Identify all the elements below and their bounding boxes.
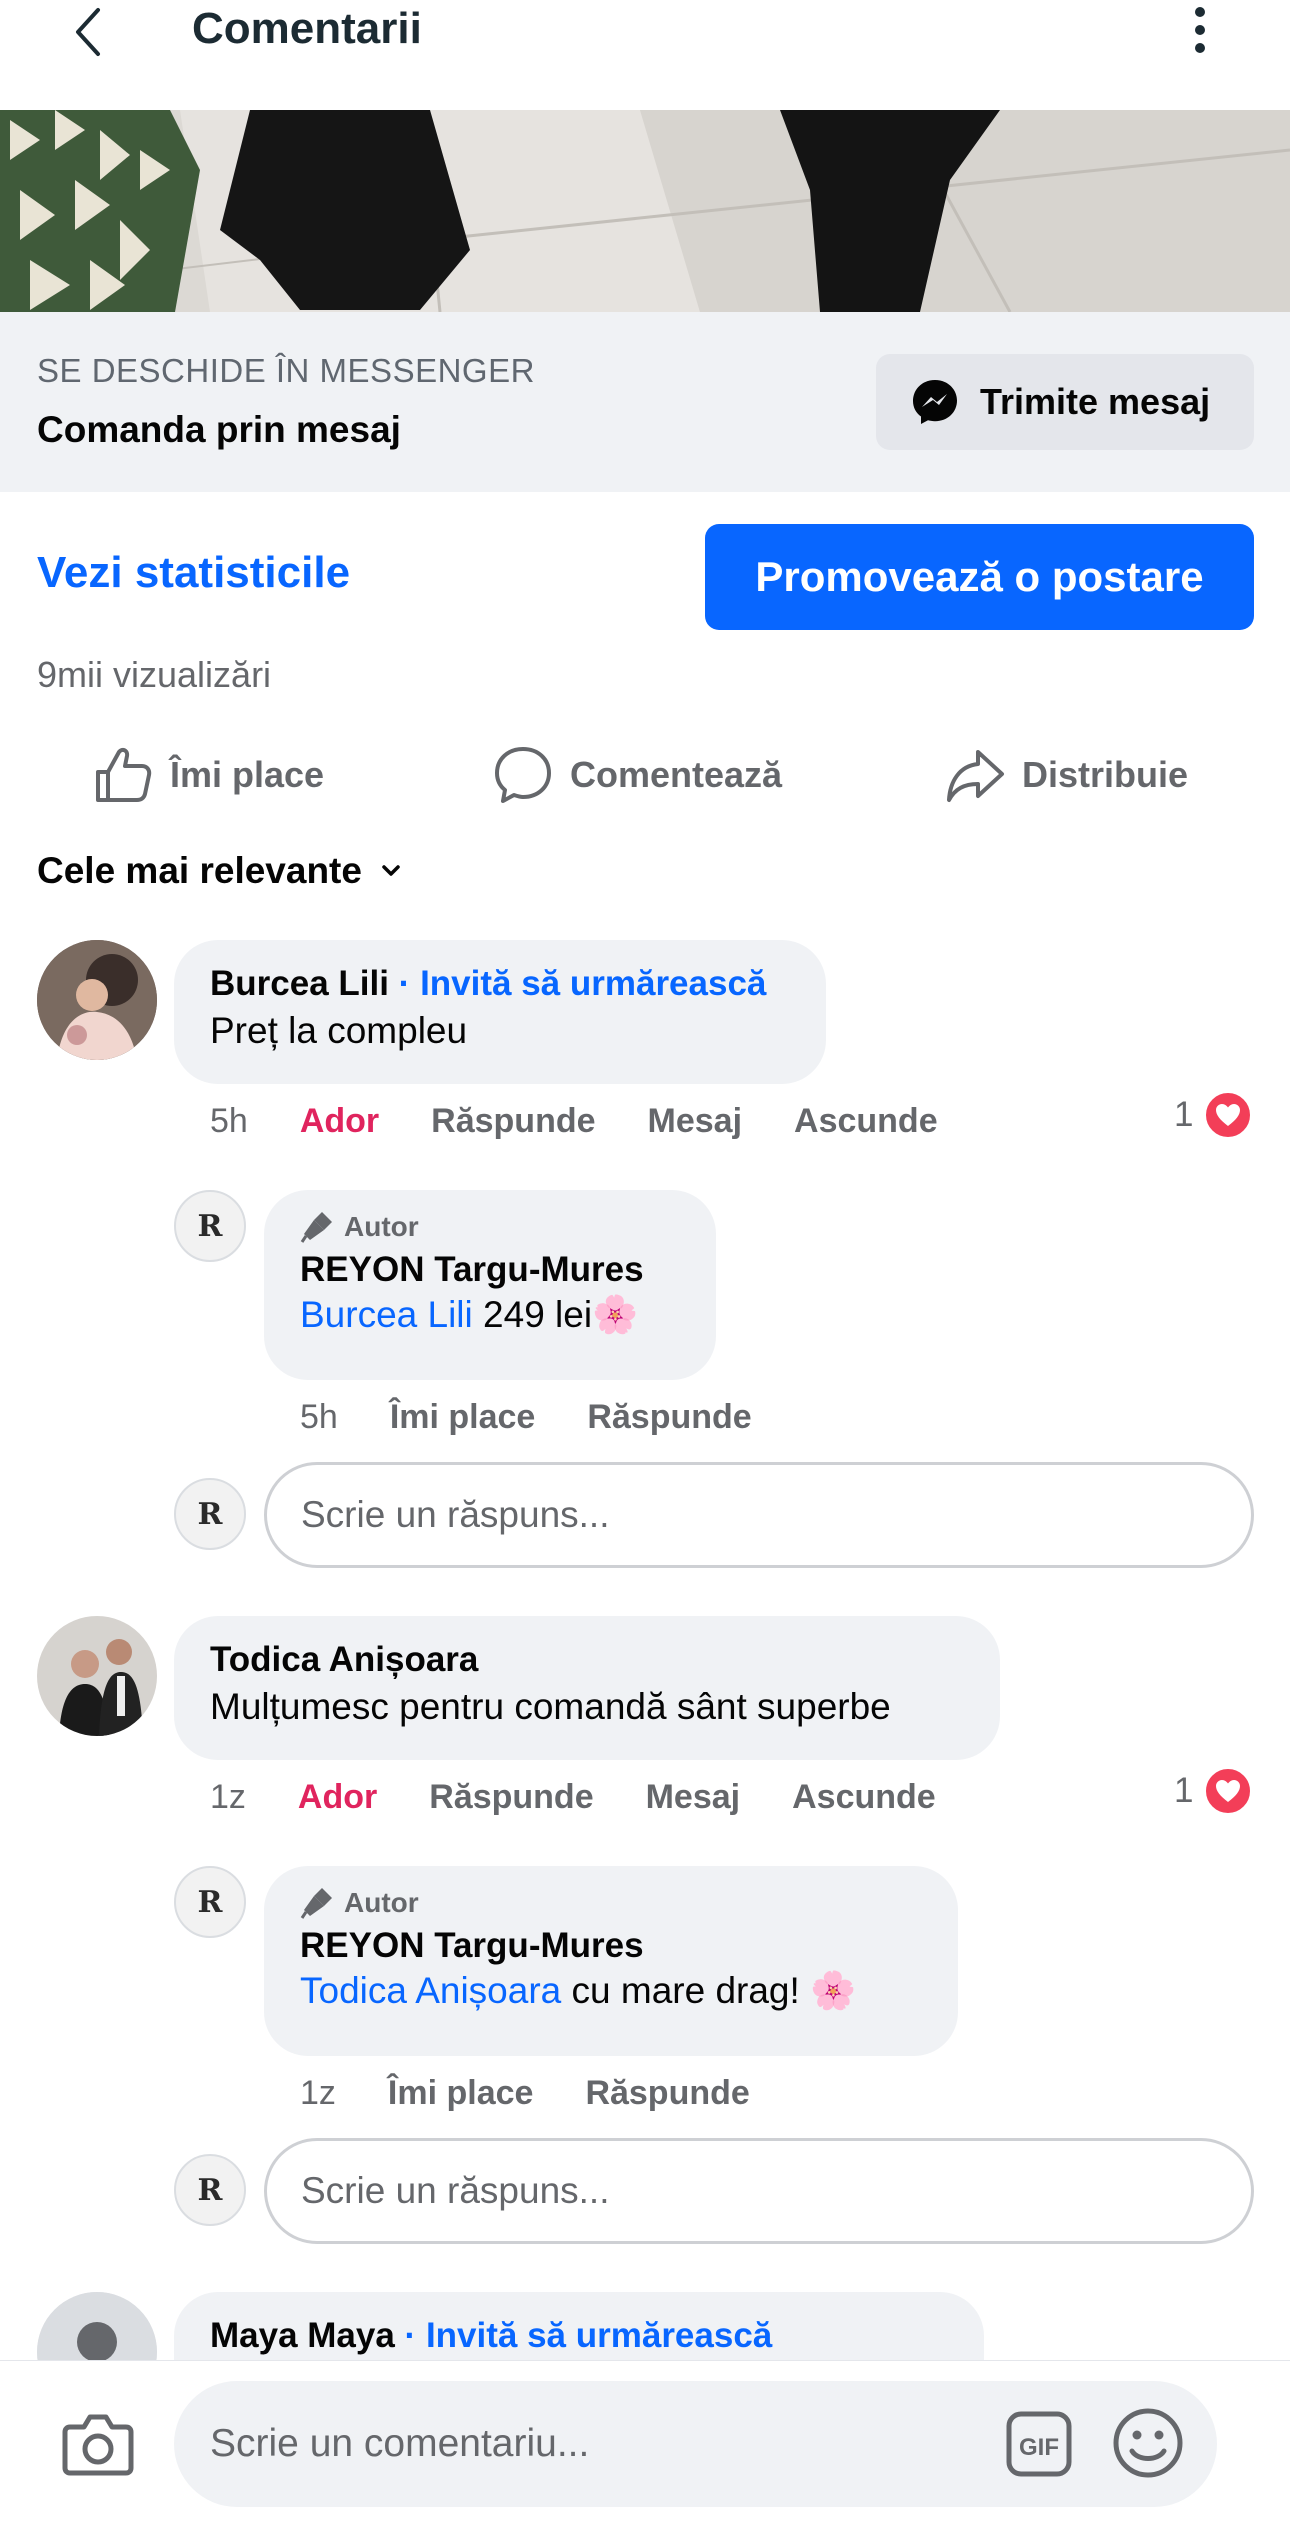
reply-button[interactable]: Răspunde — [585, 2074, 749, 2113]
author-reply-bubble[interactable]: Autor REYON Targu-Mures Todica Anișoara … — [264, 1866, 958, 2056]
author-reply-name[interactable]: REYON Targu-Mures — [300, 1926, 922, 1966]
reaction-count: 1 — [1174, 1095, 1194, 1134]
back-chevron-icon[interactable] — [60, 2, 120, 62]
gif-icon[interactable]: GIF — [1006, 2411, 1072, 2477]
page-avatar: R — [174, 2154, 246, 2226]
share-arrow-icon — [947, 750, 1004, 802]
comment-action-button[interactable]: Comentează — [492, 740, 782, 810]
reply-button[interactable]: Răspunde — [429, 1778, 593, 1817]
comment-bubble[interactable]: Burcea Lili · Invită să urmărească Preț … — [174, 940, 826, 1084]
author-reply-name[interactable]: REYON Targu-Mures — [300, 1250, 680, 1290]
top-bar: Comentarii — [0, 0, 1290, 110]
author-reply-bubble[interactable]: Autor REYON Targu-Mures Burcea Lili 249 … — [264, 1190, 716, 1380]
hide-button[interactable]: Ascunde — [794, 1102, 938, 1141]
author-reply-meta: 5h Îmi place Răspunde — [300, 1398, 752, 1437]
comment-time: 1z — [210, 1778, 246, 1816]
invite-to-follow-link[interactable]: Invită să urmărească — [426, 2316, 772, 2355]
post-photo[interactable] — [0, 110, 1290, 312]
page-avatar: R — [174, 1478, 246, 1550]
sort-label: Cele mai relevante — [37, 850, 362, 891]
page-avatar[interactable]: R — [174, 1866, 246, 1938]
message-button[interactable]: Mesaj — [648, 1102, 743, 1141]
reaction-summary[interactable]: 1 — [1174, 1090, 1254, 1140]
author-reply-text: Burcea Lili 249 lei🌸 — [300, 1294, 680, 1337]
mention-link[interactable]: Burcea Lili — [300, 1294, 473, 1335]
comment-author-name[interactable]: Todica Anișoara — [210, 1640, 964, 1680]
mention-link[interactable]: Todica Anișoara — [300, 1970, 561, 2011]
messenger-caption: SE DESCHIDE ÎN MESSENGER — [37, 352, 535, 389]
like-action-button[interactable]: Îmi place — [92, 740, 324, 810]
comment-text: Preț la compleu — [210, 1010, 468, 1051]
share-action-label: Distribuie — [1022, 754, 1189, 795]
comment-bubble[interactable]: Todica Anișoara Mulțumesc pentru comandă… — [174, 1616, 1000, 1760]
heart-icon — [1203, 1090, 1254, 1140]
reply-button[interactable]: Răspunde — [587, 1398, 751, 1437]
post-actions-bar: Îmi place Comentează Distribuie — [0, 740, 1290, 810]
comment-bubble-icon — [495, 747, 551, 803]
commenter-avatar[interactable] — [37, 940, 157, 1060]
comment-author: Burcea Lili · Invită să urmărească — [210, 964, 790, 1004]
comment-text: Mulțumesc pentru comandă sânt superbe — [210, 1686, 891, 1727]
camera-icon[interactable] — [62, 2411, 134, 2477]
emoji-icon[interactable] — [1112, 2407, 1184, 2479]
hide-button[interactable]: Ascunde — [792, 1778, 936, 1817]
messenger-title: Comanda prin mesaj — [37, 409, 401, 450]
like-action-label: Îmi place — [170, 754, 325, 795]
svg-text:GIF: GIF — [1019, 2434, 1059, 2461]
more-options-icon[interactable] — [1180, 2, 1220, 58]
send-message-label: Trimite mesaj — [980, 381, 1211, 422]
reaction-summary[interactable]: 1 — [1174, 1766, 1254, 1816]
messenger-cta-panel: SE DESCHIDE ÎN MESSENGER Comanda prin me… — [0, 312, 1290, 492]
promote-post-button[interactable]: Promovează o postare — [705, 524, 1254, 630]
reply-button[interactable]: Răspunde — [431, 1102, 595, 1141]
author-reply-meta: 1z Îmi place Răspunde — [300, 2074, 750, 2113]
invite-to-follow-link[interactable]: Invită să urmărească — [420, 964, 766, 1003]
reply-time: 1z — [300, 2074, 336, 2112]
comment-sort-dropdown[interactable]: Cele mai relevante — [37, 850, 402, 892]
author-badge-label: Autor — [344, 1211, 419, 1242]
comment-author-name[interactable]: Burcea Lili — [210, 964, 389, 1003]
reply-time: 5h — [300, 1398, 338, 1436]
microphone-icon — [300, 1888, 332, 1919]
heart-icon — [1203, 1766, 1254, 1816]
comment-author: Maya Maya · Invită să urmărească — [210, 2316, 948, 2356]
love-reaction-button[interactable]: Ador — [298, 1778, 377, 1817]
comment-author-name[interactable]: Maya Maya — [210, 2316, 395, 2355]
name-separator: · — [388, 964, 421, 1003]
comment-time: 5h — [210, 1102, 248, 1140]
comment-action-label: Comentează — [570, 754, 783, 795]
chevron-down-icon — [382, 865, 400, 876]
comment-composer-bar: Scrie un comentariu... GIF — [0, 2360, 1290, 2543]
comment-meta: 5h Ador Răspunde Mesaj Ascunde — [210, 1102, 938, 1141]
author-badge: Autor — [300, 1210, 680, 1244]
name-separator: · — [394, 2316, 426, 2355]
message-button[interactable]: Mesaj — [646, 1778, 741, 1817]
send-message-button[interactable]: Trimite mesaj — [876, 354, 1254, 450]
microphone-icon — [300, 1212, 332, 1243]
comment-meta: 1z Ador Răspunde Mesaj Ascunde — [210, 1778, 936, 1817]
page-title: Comentarii — [192, 4, 422, 53]
messenger-icon — [913, 380, 957, 424]
reply-input[interactable]: Scrie un răspuns... — [264, 1462, 1254, 1568]
commenter-avatar[interactable] — [37, 1616, 157, 1736]
page-avatar[interactable]: R — [174, 1190, 246, 1262]
thumbs-up-icon — [96, 747, 152, 802]
author-badge: Autor — [300, 1886, 922, 1920]
view-insights-link[interactable]: Vezi statisticile — [37, 548, 350, 598]
reply-input[interactable]: Scrie un răspuns... — [264, 2138, 1254, 2244]
author-badge-label: Autor — [344, 1887, 419, 1918]
reaction-count: 1 — [1174, 1771, 1194, 1810]
view-count: 9mii vizualizări — [37, 654, 272, 695]
share-action-button[interactable]: Distribuie — [944, 740, 1188, 810]
like-button[interactable]: Îmi place — [388, 2074, 534, 2113]
love-reaction-button[interactable]: Ador — [300, 1102, 379, 1141]
like-button[interactable]: Îmi place — [390, 1398, 536, 1437]
author-reply-text: Todica Anișoara cu mare drag! 🌸 — [300, 1970, 922, 2013]
author-reply-body: cu mare drag! 🌸 — [561, 1970, 857, 2011]
author-reply-body: 249 lei🌸 — [472, 1294, 639, 1335]
